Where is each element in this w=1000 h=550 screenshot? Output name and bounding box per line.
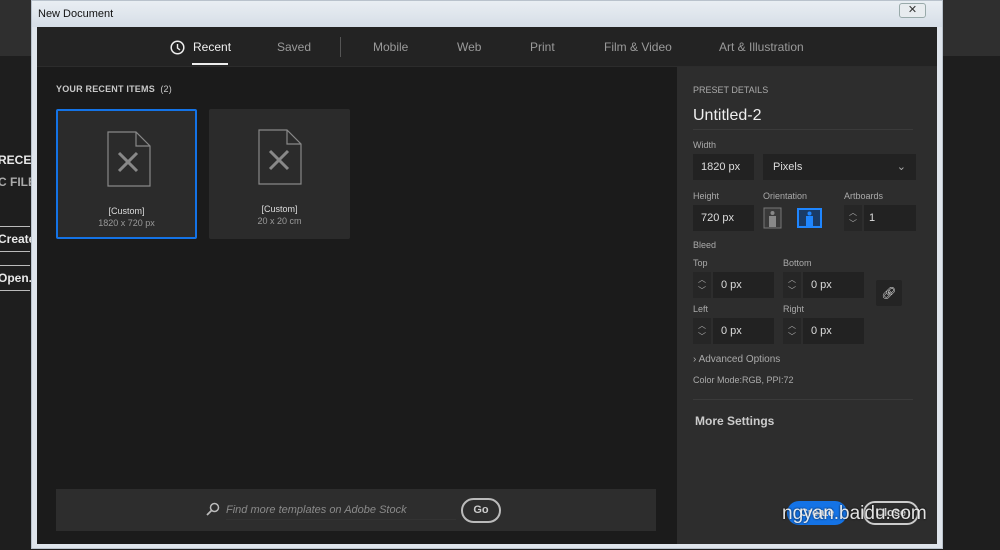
document-icon bbox=[107, 131, 151, 187]
left-label: Left bbox=[693, 304, 709, 314]
portrait-orientation-icon[interactable] bbox=[763, 207, 783, 229]
landscape-orientation-icon[interactable] bbox=[797, 207, 823, 229]
left-bleed-input[interactable]: 0 px bbox=[713, 318, 774, 344]
bottom-label: Bottom bbox=[783, 258, 812, 268]
divider bbox=[693, 399, 913, 400]
width-label: Width bbox=[693, 140, 717, 150]
tab-separator bbox=[340, 37, 341, 57]
advanced-label: Advanced Options bbox=[698, 354, 781, 365]
divider bbox=[0, 290, 30, 291]
watermark: ngyan.baidu.com bbox=[782, 503, 927, 524]
link-bleed-button[interactable]: 🔗︎ bbox=[876, 280, 902, 306]
window-title: New Document bbox=[38, 8, 114, 20]
more-settings-link[interactable]: More Settings bbox=[695, 414, 774, 428]
recent-item[interactable]: [Custom] 20 x 20 cm bbox=[209, 109, 350, 239]
tab-print[interactable]: Print bbox=[530, 40, 555, 54]
search-icon bbox=[206, 502, 220, 516]
template-search-bar: Go bbox=[56, 489, 656, 531]
artboards-stepper[interactable]: ︿ ﹀ bbox=[844, 205, 862, 231]
clock-icon bbox=[170, 40, 185, 55]
heading-text: YOUR RECENT ITEMS bbox=[56, 84, 155, 94]
chevron-right-icon: › bbox=[693, 354, 697, 365]
top-stepper[interactable]: ︿ ﹀ bbox=[693, 272, 711, 298]
divider bbox=[0, 265, 30, 266]
document-name-input[interactable]: Untitled-2 bbox=[693, 107, 913, 130]
recent-items-heading: YOUR RECENT ITEMS (2) bbox=[56, 84, 172, 94]
recent-count: (2) bbox=[160, 84, 172, 94]
tab-saved[interactable]: Saved bbox=[277, 40, 311, 54]
bottom-stepper[interactable]: ︿ ﹀ bbox=[783, 272, 801, 298]
divider bbox=[0, 251, 30, 252]
bg-open-button[interactable]: Open. bbox=[0, 271, 32, 285]
title-bar: New Document ✕ bbox=[32, 1, 942, 27]
template-search-input[interactable] bbox=[226, 500, 456, 520]
right-label: Right bbox=[783, 304, 805, 314]
bottom-bleed-input[interactable]: 0 px bbox=[803, 272, 864, 298]
color-mode-info: Color Mode:RGB, PPI:72 bbox=[693, 375, 794, 385]
left-stepper[interactable]: ︿ ﹀ bbox=[693, 318, 711, 344]
tab-art-illustration[interactable]: Art & Illustration bbox=[719, 40, 804, 54]
tab-recent[interactable]: Recent bbox=[193, 40, 231, 54]
window-close-button[interactable]: ✕ bbox=[899, 3, 926, 18]
active-tab-indicator bbox=[192, 63, 228, 65]
tab-web[interactable]: Web bbox=[457, 40, 481, 54]
divider bbox=[0, 226, 30, 227]
top-bleed-input[interactable]: 0 px bbox=[713, 272, 774, 298]
top-label: Top bbox=[693, 258, 708, 268]
item-size: 20 x 20 cm bbox=[257, 216, 302, 226]
width-input[interactable]: 1820 px bbox=[693, 154, 754, 180]
tab-bar: Recent Saved Mobile Web Print Film & Vid… bbox=[37, 27, 937, 67]
chevron-down-icon: ⌄ bbox=[896, 161, 906, 173]
document-icon bbox=[258, 129, 302, 185]
item-name: [Custom] bbox=[261, 204, 298, 214]
link-icon: 🔗︎ bbox=[881, 286, 897, 300]
height-label: Height bbox=[693, 191, 720, 201]
item-size: 1820 x 720 px bbox=[98, 218, 155, 228]
preset-details-panel: PRESET DETAILS Untitled-2 Width 1820 px … bbox=[677, 67, 937, 544]
item-name: [Custom] bbox=[108, 206, 145, 216]
artboards-label: Artboards bbox=[844, 191, 884, 201]
recent-item[interactable]: [Custom] 1820 x 720 px bbox=[56, 109, 197, 239]
tab-film-video[interactable]: Film & Video bbox=[604, 40, 672, 54]
dialog-content: Recent Saved Mobile Web Print Film & Vid… bbox=[37, 27, 937, 544]
orientation-label: Orientation bbox=[763, 191, 808, 201]
new-document-dialog: New Document ✕ Recent Saved Mobile Web P… bbox=[31, 0, 943, 549]
advanced-options-toggle[interactable]: › Advanced Options bbox=[693, 354, 780, 365]
tab-mobile[interactable]: Mobile bbox=[373, 40, 408, 54]
go-button[interactable]: Go bbox=[461, 498, 501, 523]
right-stepper[interactable]: ︿ ﹀ bbox=[783, 318, 801, 344]
unit-value: Pixels bbox=[773, 161, 803, 173]
artboards-input[interactable]: 1 bbox=[864, 205, 916, 231]
preset-details-heading: PRESET DETAILS bbox=[693, 85, 769, 95]
unit-select[interactable]: Pixels ⌄ bbox=[763, 154, 916, 180]
bleed-label: Bleed bbox=[693, 240, 717, 250]
height-input[interactable]: 720 px bbox=[693, 205, 754, 231]
right-bleed-input[interactable]: 0 px bbox=[803, 318, 864, 344]
